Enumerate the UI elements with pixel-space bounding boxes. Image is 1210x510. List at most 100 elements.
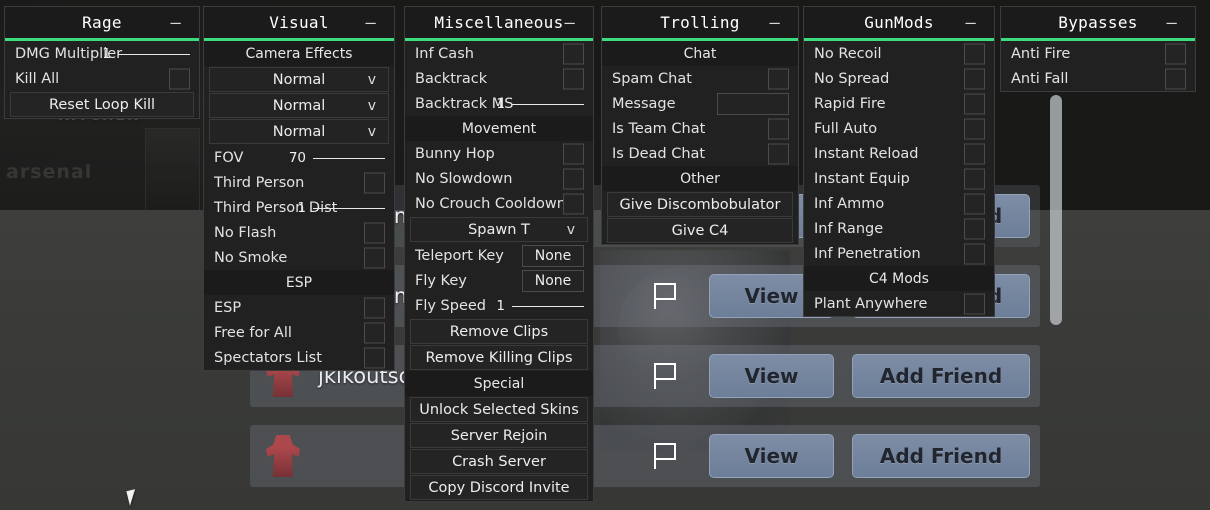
slider-track-backtrack-ms[interactable] [512,103,584,105]
checkbox-inf-cash[interactable] [563,43,584,64]
checkbox-is-dead-chat[interactable] [768,143,789,164]
button-remove-clips[interactable]: Remove Clips [410,319,588,344]
button-remove-killing-clips[interactable]: Remove Killing Clips [410,345,588,370]
row-teleport-key[interactable]: Teleport Key None [405,243,593,268]
checkbox-no-recoil[interactable] [964,43,985,64]
checkbox-instant-reload[interactable] [964,143,985,164]
checkbox-anti-fire[interactable] [1165,43,1186,64]
button-reset-loop-kill[interactable]: Reset Loop Kill [10,92,194,117]
row-no-spread[interactable]: No Spread [804,66,994,91]
panel-bypasses[interactable]: Bypasses – Anti Fire Anti Fall [1000,6,1196,92]
row-kill-all[interactable]: Kill All [5,66,199,91]
minimize-icon[interactable]: – [170,13,181,33]
report-flag-button[interactable] [639,353,691,399]
row-rapid-fire[interactable]: Rapid Fire [804,91,994,116]
minimize-icon[interactable]: – [564,13,575,33]
panel-visual[interactable]: Visual – Camera Effects Normal v Normal v Norma… [203,6,395,371]
panel-title[interactable]: Visual – [204,7,394,38]
slider-track-dmg-multiplier[interactable] [118,53,190,55]
row-message[interactable]: Message [602,91,798,116]
panel-title[interactable]: GunMods – [804,7,994,38]
row-backtrack-ms[interactable]: Backtrack MS 1 [405,91,593,116]
row-inf-penetration[interactable]: Inf Penetration [804,241,994,266]
row-dmg-multiplier[interactable]: DMG Multiplier 1 [5,41,199,66]
checkbox-inf-ammo[interactable] [964,193,985,214]
row-no-slowdown[interactable]: No Slowdown [405,166,593,191]
slider-track-third-person-dist[interactable] [313,207,385,209]
row-anti-fall[interactable]: Anti Fall [1001,66,1195,91]
panel-rage[interactable]: Rage – DMG Multiplier 1 Kill All Reset Loop K… [4,6,200,119]
minimize-icon[interactable]: – [769,13,780,33]
report-flag-button[interactable] [639,273,691,319]
checkbox-rapid-fire[interactable] [964,93,985,114]
row-fov[interactable]: FOV 70 [204,145,394,170]
player-list-scrollbar[interactable] [1050,95,1062,325]
button-unlock-selected-skins[interactable]: Unlock Selected Skins [410,397,588,422]
checkbox-third-person[interactable] [364,172,385,193]
checkbox-bunny-hop[interactable] [563,143,584,164]
row-instant-equip[interactable]: Instant Equip [804,166,994,191]
row-third-person[interactable]: Third Person [204,170,394,195]
row-no-smoke[interactable]: No Smoke [204,245,394,270]
row-inf-range[interactable]: Inf Range [804,216,994,241]
dropdown-normal[interactable]: Normal v [209,93,389,118]
row-plant-anywhere[interactable]: Plant Anywhere [804,291,994,316]
slider-track-fov[interactable] [313,157,385,159]
button-crash-server[interactable]: Crash Server [410,449,588,474]
row-anti-fire[interactable]: Anti Fire [1001,41,1195,66]
keybind-fly-key[interactable]: None [522,269,584,292]
checkbox-is-team-chat[interactable] [768,118,789,139]
panel-title[interactable]: Miscellaneous – [405,7,593,38]
checkbox-full-auto[interactable] [964,118,985,139]
row-no-crouch-cooldown[interactable]: No Crouch Cooldown [405,191,593,216]
minimize-icon[interactable]: – [1166,13,1177,33]
checkbox-instant-equip[interactable] [964,168,985,189]
view-button[interactable]: View [709,434,834,478]
row-is-team-chat[interactable]: Is Team Chat [602,116,798,141]
button-copy-discord-invite[interactable]: Copy Discord Invite [410,475,588,500]
minimize-icon[interactable]: – [965,13,976,33]
checkbox-inf-penetration[interactable] [964,243,985,264]
checkbox-no-slowdown[interactable] [563,168,584,189]
button-give-discombobulator[interactable]: Give Discombobulator [607,192,793,217]
checkbox-esp[interactable] [364,297,385,318]
checkbox-anti-fall[interactable] [1165,68,1186,89]
row-third-person-dist[interactable]: Third Person Dist 1 [204,195,394,220]
keybind-teleport-key[interactable]: None [522,244,584,267]
dropdown-spawn-t[interactable]: Spawn T v [410,217,588,242]
checkbox-inf-range[interactable] [964,218,985,239]
row-inf-ammo[interactable]: Inf Ammo [804,191,994,216]
slider-track-fly-speed[interactable] [512,305,584,307]
panel-gunmods[interactable]: GunMods – No Recoil No Spread Rapid Fire Full… [803,6,995,317]
row-fly-speed[interactable]: Fly Speed 1 [405,293,593,318]
dropdown-normal[interactable]: Normal v [209,67,389,92]
row-spectators-list[interactable]: Spectators List [204,345,394,370]
checkbox-free-for-all[interactable] [364,322,385,343]
minimize-icon[interactable]: – [365,13,376,33]
checkbox-no-smoke[interactable] [364,247,385,268]
row-no-recoil[interactable]: No Recoil [804,41,994,66]
panel-title[interactable]: Rage – [5,7,199,38]
row-inf-cash[interactable]: Inf Cash [405,41,593,66]
panel-title[interactable]: Bypasses – [1001,7,1195,38]
checkbox-backtrack[interactable] [563,68,584,89]
checkbox-kill-all[interactable] [169,68,190,89]
checkbox-no-flash[interactable] [364,222,385,243]
add-friend-button[interactable]: Add Friend [852,354,1030,398]
row-instant-reload[interactable]: Instant Reload [804,141,994,166]
row-no-flash[interactable]: No Flash [204,220,394,245]
row-spam-chat[interactable]: Spam Chat [602,66,798,91]
row-fly-key[interactable]: Fly Key None [405,268,593,293]
panel-miscellaneous[interactable]: Miscellaneous – Inf Cash Backtrack Backtrack… [404,6,594,502]
row-backtrack[interactable]: Backtrack [405,66,593,91]
input-message[interactable] [717,92,789,115]
panel-trolling[interactable]: Trolling – Chat Spam Chat Message Is Team Cha… [601,6,799,245]
view-button[interactable]: View [709,354,834,398]
checkbox-spam-chat[interactable] [768,68,789,89]
button-server-rejoin[interactable]: Server Rejoin [410,423,588,448]
row-bunny-hop[interactable]: Bunny Hop [405,141,593,166]
row-free-for-all[interactable]: Free for All [204,320,394,345]
checkbox-plant-anywhere[interactable] [964,293,985,314]
add-friend-button[interactable]: Add Friend [852,434,1030,478]
row-esp[interactable]: ESP [204,295,394,320]
